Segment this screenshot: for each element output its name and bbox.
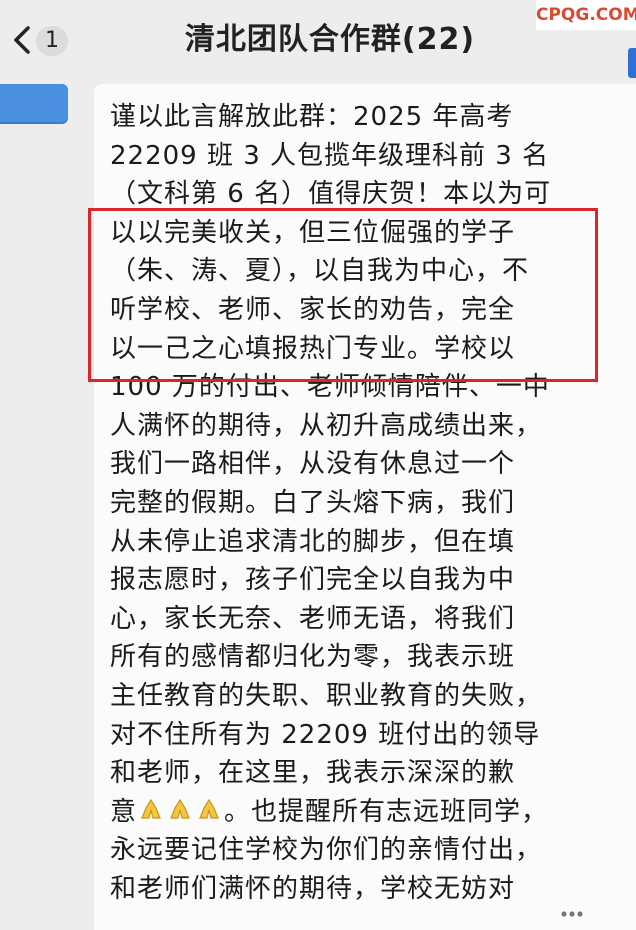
message-line: 报志愿时，孩子们完全以自我为中 bbox=[110, 565, 516, 596]
folded-hands-emoji-icon bbox=[170, 798, 190, 819]
message-line: 主任教育的失职、职业教育的失败， bbox=[110, 680, 543, 711]
folded-hands-emoji-icon bbox=[199, 798, 219, 819]
side-tab[interactable] bbox=[628, 48, 636, 78]
highlight-box bbox=[88, 208, 598, 382]
message-line: 和老师，在这里，我表示深深的歉 bbox=[110, 758, 516, 789]
message-line: 和老师们满怀的期待，学校无妨对 bbox=[110, 873, 516, 904]
unread-count-badge[interactable]: 1 bbox=[36, 26, 68, 56]
message-line: 永远要记住学校为你们的亲情付出， bbox=[110, 835, 543, 866]
watermark-logo: CPQG.COM bbox=[536, 0, 636, 30]
message-line: 心，家长无奈、老师无语，将我们 bbox=[110, 603, 516, 634]
message-line: 所有的感情都归化为零，我表示班 bbox=[110, 642, 516, 673]
message-line: 对不住所有为 22209 班付出的领导 bbox=[110, 719, 541, 750]
avatar[interactable] bbox=[0, 84, 68, 122]
more-dots-icon[interactable] bbox=[560, 902, 584, 922]
message-line: 22209 班 3 人包揽年级理科前 3 名 bbox=[110, 140, 550, 171]
message-line: 人满怀的期待，从初升高成绩出来， bbox=[110, 410, 543, 441]
message-line: 完整的假期。白了头熔下病，我们 bbox=[110, 487, 516, 518]
line-suffix: 。也提醒所有志远班同学， bbox=[224, 796, 549, 827]
message-line: 我们一路相伴，从没有休息过一个 bbox=[110, 449, 516, 480]
folded-hands-emoji-icon bbox=[141, 798, 161, 819]
message-line-with-emoji: 意 。也提醒所有志远班同学， bbox=[110, 793, 625, 832]
back-button[interactable] bbox=[8, 22, 38, 58]
message-line: 谨以此言解放此群：2025 年高考 bbox=[110, 102, 514, 132]
line-prefix: 意 bbox=[110, 796, 138, 827]
chat-title: 清北团队合作群(22) bbox=[184, 22, 476, 57]
chevron-left-icon bbox=[14, 26, 30, 54]
message-line: 从未停止追求清北的脚步，但在填 bbox=[110, 526, 516, 557]
